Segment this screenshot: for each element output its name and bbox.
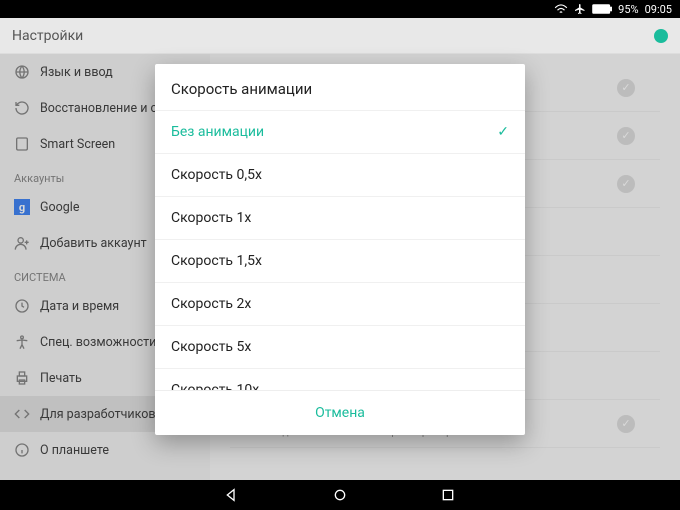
navigation-bar [0, 480, 680, 510]
home-button[interactable] [331, 486, 349, 504]
battery-icon [592, 4, 612, 14]
option-label: Скорость 1,5x [171, 253, 262, 269]
option-label: Скорость 0,5x [171, 167, 262, 183]
wifi-icon [554, 3, 568, 15]
option-label: Без анимации [171, 124, 264, 140]
airplane-icon [574, 3, 586, 15]
dialog-option-no-animation[interactable]: Без анимации ✓ [155, 110, 525, 153]
option-label: Скорость 5x [171, 339, 251, 355]
cancel-button[interactable]: Отмена [155, 390, 525, 435]
dialog-option-15x[interactable]: Скорость 1,5x [155, 239, 525, 282]
back-button[interactable] [223, 486, 241, 504]
recent-button[interactable] [439, 486, 457, 504]
option-label: Скорость 1x [171, 210, 251, 226]
dialog-options-list: Без анимации ✓ Скорость 0,5x Скорость 1x… [155, 110, 525, 390]
modal-overlay[interactable]: Скорость анимации Без анимации ✓ Скорост… [0, 54, 680, 480]
dialog-option-1x[interactable]: Скорость 1x [155, 196, 525, 239]
app-bar: Настройки [0, 18, 680, 54]
dialog-option-05x[interactable]: Скорость 0,5x [155, 153, 525, 196]
dialog-option-5x[interactable]: Скорость 5x [155, 325, 525, 368]
dialog-option-10x[interactable]: Скорость 10x [155, 368, 525, 390]
dialog-option-2x[interactable]: Скорость 2x [155, 282, 525, 325]
status-bar: 95% 09:05 [0, 0, 680, 18]
option-label: Скорость 10x [171, 382, 259, 390]
option-label: Скорость 2x [171, 296, 251, 312]
dialog-title: Скорость анимации [155, 64, 525, 110]
check-icon: ✓ [497, 124, 509, 140]
master-toggle[interactable] [654, 29, 668, 43]
page-title: Настройки [12, 28, 83, 44]
animation-speed-dialog: Скорость анимации Без анимации ✓ Скорост… [155, 64, 525, 435]
clock-time: 09:05 [645, 3, 672, 16]
battery-percent: 95% [618, 3, 638, 16]
